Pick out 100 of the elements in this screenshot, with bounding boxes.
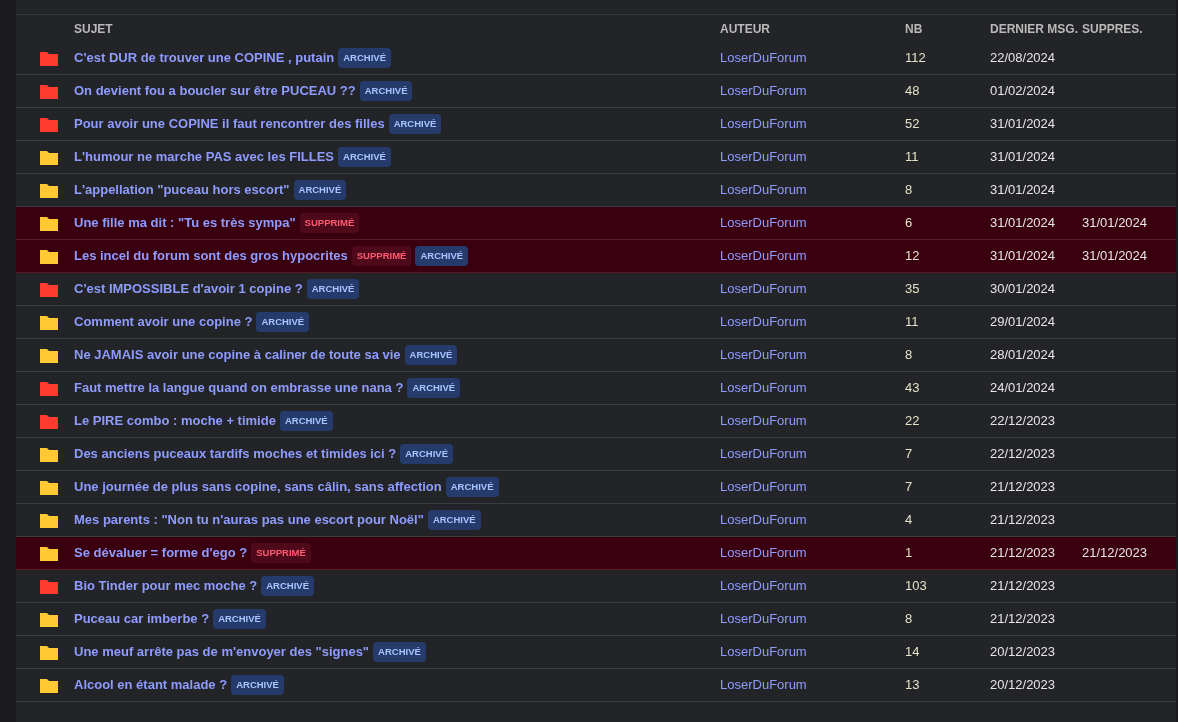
reply-count: 11 bbox=[905, 314, 919, 330]
last-message-date: 21/12/2023 bbox=[990, 578, 1056, 594]
reply-count: 22 bbox=[905, 413, 920, 429]
author-link[interactable]: LoserDuForum bbox=[720, 182, 807, 198]
last-message-date: 20/12/2023 bbox=[990, 644, 1056, 660]
reply-count: 6 bbox=[905, 215, 913, 231]
reply-count: 13 bbox=[905, 677, 920, 693]
column-header: SUJET bbox=[74, 21, 113, 36]
topic-link[interactable]: Alcool en étant malade ? bbox=[74, 675, 228, 695]
topic-link[interactable]: Comment avoir une copine ? bbox=[74, 312, 253, 332]
author-link[interactable]: LoserDuForum bbox=[720, 50, 807, 66]
topic-link[interactable]: Une meuf arrête pas de m'envoyer des "signes" bbox=[74, 642, 370, 662]
author-link[interactable]: LoserDuForum bbox=[720, 413, 807, 429]
topic-link[interactable]: Les incel du forum sont des gros hypocrites bbox=[74, 246, 348, 266]
author-link[interactable]: LoserDuForum bbox=[720, 248, 807, 264]
last-message-date: 31/01/2024 bbox=[990, 182, 1056, 198]
reply-count: 35 bbox=[905, 281, 920, 297]
archived-tag: ARCHIVÉ bbox=[373, 641, 426, 663]
author-link[interactable]: LoserDuForum bbox=[720, 149, 807, 165]
topic-link[interactable]: Une journée de plus sans copine, sans câlin, sans affection bbox=[74, 477, 442, 497]
topic-link[interactable]: C'est DUR de trouver une COPINE , putain bbox=[74, 48, 335, 68]
last-message-date: 21/12/2023 bbox=[990, 545, 1056, 561]
last-message-date: 31/01/2024 bbox=[990, 149, 1056, 165]
archived-tag: ARCHIVÉ bbox=[407, 377, 461, 399]
last-message-date: 21/12/2023 bbox=[990, 512, 1056, 528]
archived-tag: ARCHIVÉ bbox=[400, 443, 453, 465]
topic-link[interactable]: Ne JAMAIS avoir une copine à caliner de toute sa vie bbox=[74, 345, 401, 365]
topic-link[interactable]: Faut mettre la langue quand on embrasse une nana ? bbox=[74, 378, 404, 398]
last-message-date: 01/02/2024 bbox=[990, 83, 1056, 99]
last-message-date: 22/12/2023 bbox=[990, 446, 1056, 462]
archived-tag: ARCHIVÉ bbox=[256, 311, 310, 333]
archived-tag: ARCHIVÉ bbox=[261, 575, 314, 597]
author-link[interactable]: LoserDuForum bbox=[720, 677, 807, 693]
topic-link[interactable]: C'est IMPOSSIBLE d'avoir 1 copine ? bbox=[74, 279, 303, 299]
topic-link[interactable]: Pour avoir une COPINE il faut rencontrer des filles bbox=[74, 114, 385, 134]
deletion-date: 21/12/2023 bbox=[1082, 545, 1148, 561]
author-link[interactable]: LoserDuForum bbox=[720, 512, 807, 528]
topic-link[interactable]: Une fille ma dit : "Tu es très sympa" bbox=[74, 213, 296, 233]
deleted-tag: SUPPRIMÉ bbox=[251, 542, 311, 564]
archived-tag: ARCHIVÉ bbox=[279, 410, 333, 432]
last-message-date: 24/01/2024 bbox=[990, 380, 1056, 396]
author-link[interactable]: LoserDuForum bbox=[720, 380, 807, 396]
deletion-date: 31/01/2024 bbox=[1082, 248, 1148, 264]
last-message-date: 21/12/2023 bbox=[990, 479, 1056, 495]
archived-tag: ARCHIVÉ bbox=[306, 278, 360, 300]
archived-tag: ARCHIVÉ bbox=[388, 113, 442, 135]
author-link[interactable]: LoserDuForum bbox=[720, 281, 807, 297]
deleted-tag: SUPPRIMÉ bbox=[351, 245, 412, 267]
last-message-date: 31/01/2024 bbox=[990, 116, 1056, 132]
topic-link[interactable]: Puceau car imberbe ? bbox=[74, 609, 210, 629]
author-link[interactable]: LoserDuForum bbox=[720, 644, 807, 660]
reply-count: 7 bbox=[905, 446, 913, 462]
reply-count: 8 bbox=[905, 347, 913, 363]
topic-link[interactable]: Mes parents : "Non tu n'auras pas une escort pour Noël" bbox=[74, 510, 424, 530]
author-link[interactable]: LoserDuForum bbox=[720, 116, 807, 132]
archived-tag: ARCHIVÉ bbox=[338, 47, 391, 69]
archived-tag: ARCHIVÉ bbox=[213, 608, 266, 630]
archived-tag: ARCHIVÉ bbox=[404, 344, 458, 366]
author-link[interactable]: LoserDuForum bbox=[720, 479, 807, 495]
last-message-date: 31/01/2024 bbox=[990, 215, 1056, 231]
last-message-date: 28/01/2024 bbox=[990, 347, 1056, 363]
archived-tag: ARCHIVÉ bbox=[293, 179, 347, 201]
topic-link[interactable]: Des anciens puceaux tardifs moches et timides ici ? bbox=[74, 444, 397, 464]
reply-count: 7 bbox=[905, 479, 913, 495]
reply-count: 1 bbox=[905, 545, 913, 561]
reply-count: 103 bbox=[905, 578, 927, 594]
topic-link[interactable]: On devient fou a boucler sur être PUCEAU ?? bbox=[74, 81, 356, 101]
archived-tag: ARCHIVÉ bbox=[445, 476, 499, 498]
last-message-date: 20/12/2023 bbox=[990, 677, 1056, 693]
deleted-tag: SUPPRIMÉ bbox=[299, 212, 360, 234]
reply-count: 11 bbox=[905, 149, 919, 165]
last-message-date: 31/01/2024 bbox=[990, 248, 1056, 264]
author-link[interactable]: LoserDuForum bbox=[720, 314, 807, 330]
column-header: DERNIER MSG. bbox=[990, 21, 1078, 36]
topic-link[interactable]: Bio Tinder pour mec moche ? bbox=[74, 576, 258, 596]
last-message-date: 22/12/2023 bbox=[990, 413, 1056, 429]
author-link[interactable]: LoserDuForum bbox=[720, 446, 807, 462]
reply-count: 112 bbox=[905, 50, 926, 66]
topic-link[interactable]: Se dévaluer = forme d'ego ? bbox=[74, 543, 248, 563]
reply-count: 4 bbox=[905, 512, 913, 528]
archived-tag: ARCHIVÉ bbox=[338, 146, 391, 168]
column-header: AUTEUR bbox=[720, 21, 770, 36]
author-link[interactable]: LoserDuForum bbox=[720, 545, 807, 561]
deletion-date: 31/01/2024 bbox=[1082, 215, 1148, 231]
reply-count: 52 bbox=[905, 116, 920, 132]
archived-tag: ARCHIVÉ bbox=[427, 509, 481, 531]
archived-tag: ARCHIVÉ bbox=[415, 245, 469, 267]
author-link[interactable]: LoserDuForum bbox=[720, 215, 807, 231]
reply-count: 14 bbox=[905, 644, 920, 660]
author-link[interactable]: LoserDuForum bbox=[720, 83, 807, 99]
topic-link[interactable]: L'appellation "puceau hors escort" bbox=[74, 180, 290, 200]
topic-link[interactable]: L'humour ne marche PAS avec les FILLES bbox=[74, 147, 335, 167]
author-link[interactable]: LoserDuForum bbox=[720, 578, 807, 594]
topic-link[interactable]: Le PIRE combo : moche + timide bbox=[74, 411, 276, 431]
reply-count: 43 bbox=[905, 380, 920, 396]
author-link[interactable]: LoserDuForum bbox=[720, 347, 807, 363]
last-message-date: 30/01/2024 bbox=[990, 281, 1056, 297]
column-header: SUPPRES. bbox=[1082, 21, 1143, 36]
author-link[interactable]: LoserDuForum bbox=[720, 611, 807, 627]
archived-tag: ARCHIVÉ bbox=[359, 80, 413, 102]
